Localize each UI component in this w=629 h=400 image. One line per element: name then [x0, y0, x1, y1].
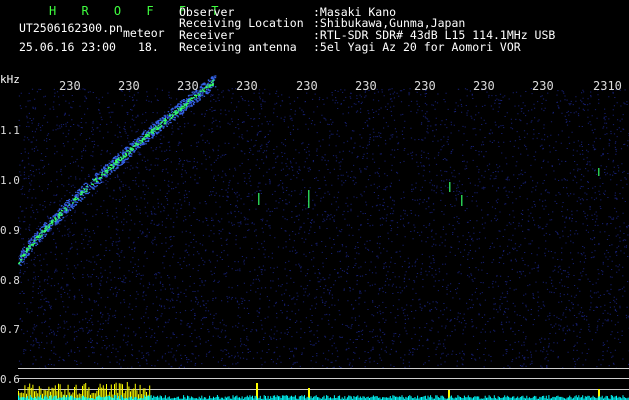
reference-line — [18, 378, 629, 379]
antenna-value: :5el Yagi Az 20 for Aomori VOR — [313, 40, 521, 54]
freq-tick: 1.1 — [0, 124, 20, 137]
noise-field — [18, 88, 629, 369]
time-tick: 230 — [296, 79, 318, 93]
echo-mark — [258, 193, 260, 205]
spectrogram — [18, 75, 629, 400]
time-tick: 230 — [236, 79, 258, 93]
reference-line — [18, 389, 629, 390]
time-tick: 230 — [532, 79, 554, 93]
time-tick: 230 — [473, 79, 495, 93]
file-name: UT2506162300.pn — [19, 21, 123, 35]
time-tick: 230 — [355, 79, 377, 93]
time-tick: 230 — [414, 79, 436, 93]
reference-line — [18, 368, 629, 369]
time-tick: 230 — [118, 79, 140, 93]
freq-tick: 0.8 — [0, 274, 20, 287]
freq-tick: 0.9 — [0, 224, 20, 237]
mode-label: meteor — [123, 26, 165, 40]
echo-mark — [598, 168, 600, 176]
echo-mark — [461, 195, 463, 206]
time-tick: 230 — [177, 79, 199, 93]
time-tick: 230 — [59, 79, 81, 93]
freq-tick: 0.6 — [0, 373, 20, 386]
freq-tick: 0.7 — [0, 323, 20, 336]
echo-mark — [308, 190, 310, 208]
time-tick: 2310 — [593, 79, 622, 93]
freq-tick: 1.0 — [0, 174, 20, 187]
datetime: 25.06.16 23:00 — [19, 40, 116, 54]
echo-mark — [449, 182, 451, 192]
meteor-trace-core — [18, 79, 215, 265]
antenna-label: Receiving antenna — [179, 40, 297, 54]
freq-unit-label: kHz — [0, 73, 20, 86]
counter: 18. — [138, 40, 159, 54]
